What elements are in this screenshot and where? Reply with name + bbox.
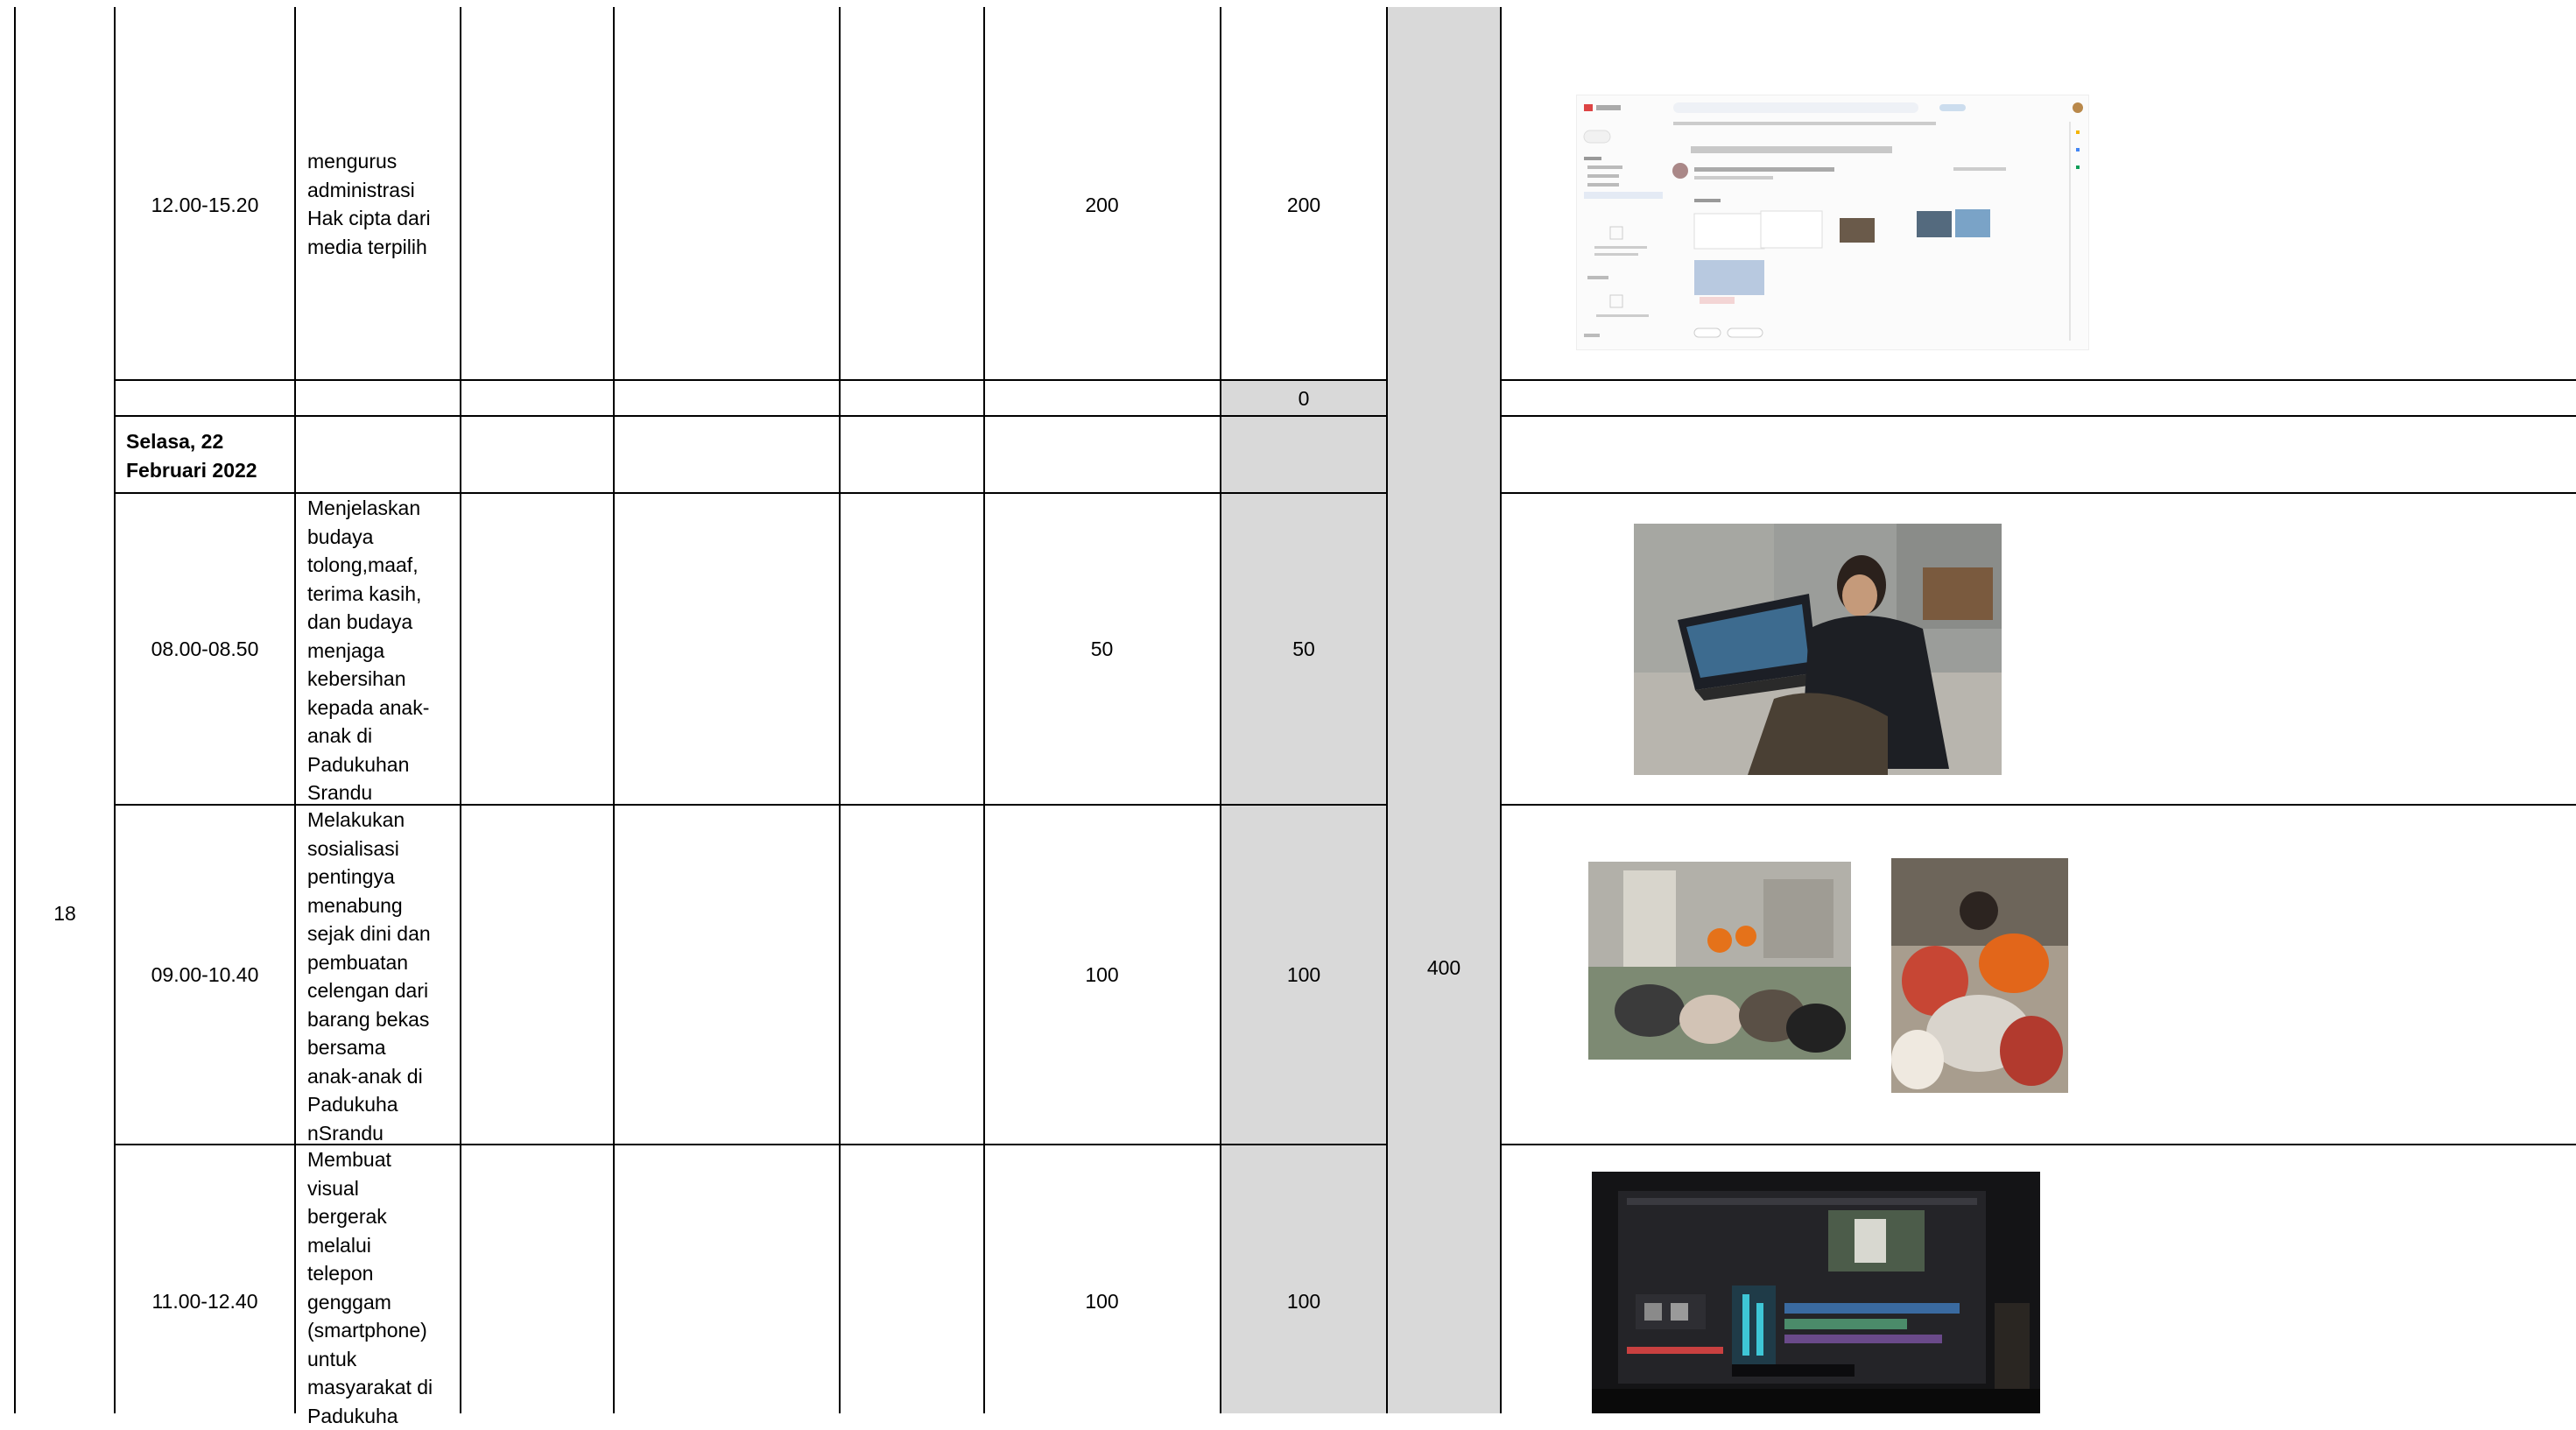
value-a-cell: 50 [1090,638,1114,660]
total-value: 400 [1426,956,1461,979]
activity-cell: Menjelaskan budaya tolong,maaf, terima k… [307,497,430,804]
activity-cell: mengurus administrasi Hak cipta dari med… [307,150,431,258]
grid-hline [1500,804,2576,806]
time-cell: 12.00-15.20 [151,194,259,216]
grid-vline [613,7,615,1413]
grid-hline [114,492,1387,494]
grid-vline [294,7,296,1413]
children-activity-photo-1 [1588,862,1851,1060]
grid-vline [460,7,461,1413]
grid-hline [1500,415,2576,417]
date-heading: Selasa, 22 Februari 2022 [126,430,257,482]
grid-vline [1500,7,1502,1413]
value-b-cell: 100 [1286,963,1321,986]
grid-hline [1500,1144,2576,1145]
value-a-cell: 100 [1085,1290,1119,1313]
photo-sketch [1588,862,1851,1060]
children-activity-photo-2 [1891,858,2068,1093]
grid-vline [14,7,16,1413]
value-b-cell: 50 [1292,638,1315,660]
video-editing-photo [1592,1172,2040,1413]
grid-hline [114,1144,1387,1145]
time-cell: 11.00-12.40 [151,1290,258,1313]
photo-sketch [1592,1172,2040,1413]
time-cell: 08.00-08.50 [151,638,259,660]
day-number: 18 [53,902,76,925]
time-cell: 09.00-10.40 [151,963,259,986]
photo-sketch [1634,524,2002,775]
email-screenshot-photo [1576,95,2089,350]
grid-vline [839,7,841,1413]
activity-cell: Melakukan sosialisasi pentingya menabung… [307,808,431,1145]
grid-hline [114,804,1387,806]
activity-cell: Membuat visual bergerak melalui telepon … [307,1148,433,1427]
value-a-cell: 200 [1085,194,1119,216]
email-ui-sketch [1577,95,2088,349]
grid-hline [114,415,1387,417]
laptop-presentation-photo [1634,524,2002,775]
grid-hline [1500,492,2576,494]
value-b-cell: 100 [1286,1290,1321,1313]
grid-hline [114,379,1387,381]
value-a-cell: 100 [1085,963,1119,986]
photo-sketch [1891,858,2068,1093]
value-column-shade-2 [1221,416,1387,1413]
value-b-cell: 0 [1298,387,1310,410]
total-column-shade [1387,7,1501,1413]
value-b-cell: 200 [1286,194,1321,216]
grid-hline [1500,379,2576,381]
